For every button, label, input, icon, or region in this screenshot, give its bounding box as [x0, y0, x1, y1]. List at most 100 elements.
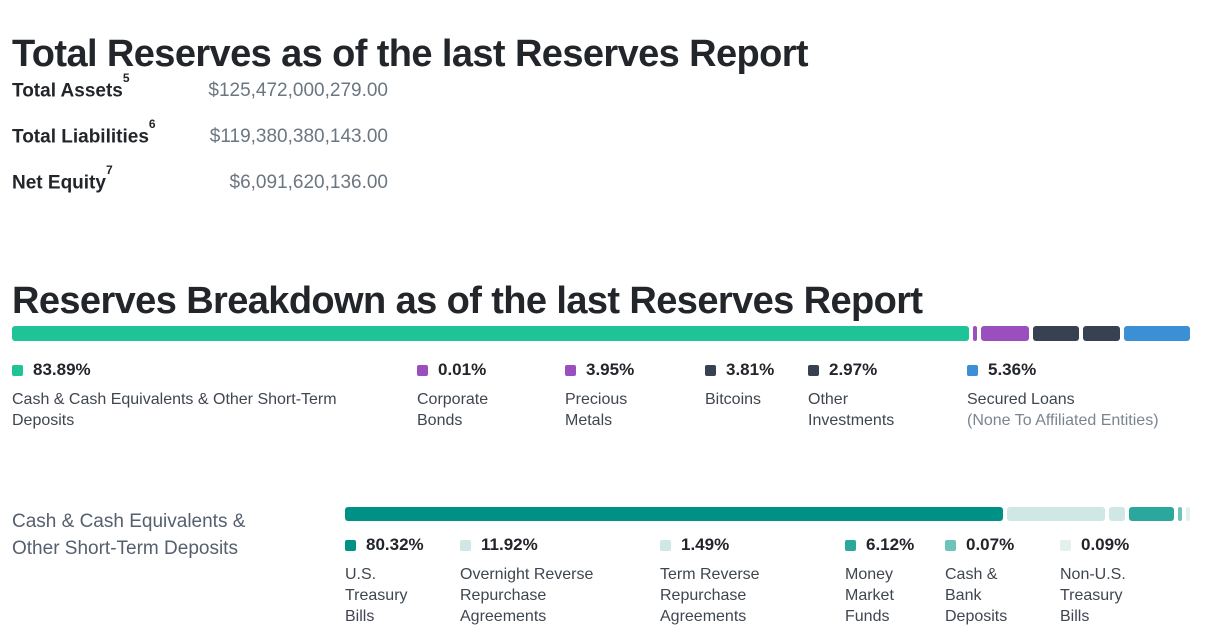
- legend-color-swatch-icon: [417, 365, 428, 376]
- cash-equivalents-label-line1: Cash & Cash Equivalents &: [12, 511, 245, 532]
- legend-percentage: 0.01%: [438, 360, 486, 380]
- legend-label-line: Deposits: [945, 608, 1007, 625]
- legend-label: Overnight ReverseRepurchaseAgreements: [460, 564, 655, 627]
- page-title-reserves-breakdown: Reserves Breakdown as of the last Reserv…: [12, 280, 922, 323]
- legend-head: 6.12%: [845, 537, 940, 553]
- bar-segment: [973, 326, 977, 341]
- legend-label-line: Treasury: [345, 587, 408, 604]
- stat-value: $6,091,620,136.00: [194, 172, 388, 194]
- legend-color-swatch-icon: [705, 365, 716, 376]
- legend-color-swatch-icon: [967, 365, 978, 376]
- legend-color-swatch-icon: [845, 540, 856, 551]
- bar-segment: [345, 507, 1003, 521]
- bar-segment: [1109, 507, 1125, 521]
- legend-item[interactable]: 5.36% Secured Loans(None To Affiliated En…: [967, 362, 1167, 431]
- legend-percentage: 83.89%: [33, 360, 91, 380]
- legend-label-line: Repurchase: [660, 587, 746, 604]
- legend-color-swatch-icon: [12, 365, 23, 376]
- bar-segment: [1033, 326, 1079, 341]
- legend-item[interactable]: 3.95% Precious Metals: [565, 362, 695, 431]
- legend-label-line: Investments: [808, 412, 894, 429]
- bar-segment: [1083, 326, 1120, 341]
- legend-head: 80.32%: [345, 537, 455, 553]
- legend-percentage: 80.32%: [366, 535, 424, 555]
- legend-percentage: 1.49%: [681, 535, 729, 555]
- legend-label-line: Agreements: [460, 608, 546, 625]
- legend-head: 5.36%: [967, 362, 1167, 378]
- stat-row: Net Equity7$6,091,620,136.00: [12, 170, 388, 216]
- stat-label: Total Assets5: [12, 78, 194, 102]
- stat-label: Net Equity7: [12, 170, 194, 194]
- legend-item[interactable]: 0.09% Non-U.S.TreasuryBills: [1060, 537, 1180, 627]
- legend-label-line: Cash & Cash Equivalents & Other Short-Te…: [12, 391, 337, 408]
- legend-item[interactable]: 3.81%Bitcoins: [705, 362, 805, 410]
- legend-color-swatch-icon: [565, 365, 576, 376]
- legend-label-line: Bills: [345, 608, 374, 625]
- legend-item[interactable]: 6.12%MoneyMarketFunds: [845, 537, 940, 627]
- legend-label-line: Market: [845, 587, 894, 604]
- legend-label-line: Non-U.S.: [1060, 566, 1126, 583]
- legend-item[interactable]: 2.97%OtherInvestments: [808, 362, 958, 431]
- bar-segment: [1007, 507, 1105, 521]
- legend-percentage: 5.36%: [988, 360, 1036, 380]
- legend-head: 11.92%: [460, 537, 655, 553]
- legend-percentage: 6.12%: [866, 535, 914, 555]
- legend-label-line: Secured Loans: [967, 391, 1075, 408]
- legend-label-line: Bank: [945, 587, 981, 604]
- legend-color-swatch-icon: [808, 365, 819, 376]
- legend-percentage: 3.95%: [586, 360, 634, 380]
- legend-label: Non-U.S.TreasuryBills: [1060, 564, 1180, 627]
- legend-label: Term ReverseRepurchaseAgreements: [660, 564, 840, 627]
- legend-label-line: Agreements: [660, 608, 746, 625]
- stat-footnote-marker: 5: [123, 71, 130, 85]
- legend-item[interactable]: 0.01% Corporate Bonds: [417, 362, 547, 431]
- legend-percentage: 11.92%: [481, 535, 538, 555]
- legend-head: 0.09%: [1060, 537, 1180, 553]
- legend-color-swatch-icon: [345, 540, 356, 551]
- legend-head: 1.49%: [660, 537, 840, 553]
- reserves-report-page: Total Reserves as of the last Reserves R…: [0, 0, 1209, 644]
- legend-head: 0.07%: [945, 537, 1040, 553]
- legend-label-line: Cash &: [945, 566, 997, 583]
- legend-label: Cash & Bank Deposits: [945, 564, 1040, 627]
- bar-segment: [1124, 326, 1190, 341]
- legend-label-line: Metals: [565, 412, 612, 429]
- legend-label-line: Bills: [1060, 608, 1089, 625]
- bar-segment: [1186, 507, 1190, 521]
- legend-item[interactable]: 1.49%Term ReverseRepurchaseAgreements: [660, 537, 840, 627]
- cash-equivalents-bar: [345, 507, 1190, 521]
- legend-item[interactable]: 11.92%Overnight ReverseRepurchaseAgreeme…: [460, 537, 655, 627]
- legend-label-line: Deposits: [12, 412, 74, 429]
- legend-item[interactable]: 83.89% Cash & Cash Equivalents & Other Sh…: [12, 362, 412, 431]
- bar-segment: [12, 326, 969, 341]
- stat-label: Total Liabilities6: [12, 124, 194, 148]
- stat-row: Total Assets5$125,472,000,279.00: [12, 78, 388, 124]
- stat-value: $119,380,380,143.00: [194, 126, 388, 148]
- stat-footnote-marker: 7: [106, 163, 113, 177]
- legend-item[interactable]: 0.07% Cash & Bank Deposits: [945, 537, 1040, 627]
- legend-label-line: Bonds: [417, 412, 462, 429]
- legend-label: Corporate Bonds: [417, 389, 547, 431]
- legend-label: Precious Metals: [565, 389, 695, 431]
- reserves-breakdown-legend: 83.89% Cash & Cash Equivalents & Other Sh…: [0, 362, 1209, 452]
- legend-head: 3.81%: [705, 362, 805, 378]
- legend-percentage: 0.07%: [966, 535, 1014, 555]
- bar-segment: [981, 326, 1029, 341]
- legend-head: 3.95%: [565, 362, 695, 378]
- legend-label-line: Repurchase: [460, 587, 546, 604]
- legend-percentage: 2.97%: [829, 360, 877, 380]
- legend-percentage: 3.81%: [726, 360, 774, 380]
- legend-label: Secured Loans(None To Affiliated Entitie…: [967, 389, 1167, 431]
- legend-item[interactable]: 80.32% U.S. Treasury Bills: [345, 537, 455, 627]
- reserves-stats-list: Total Assets5$125,472,000,279.00Total Li…: [12, 78, 388, 216]
- legend-label-line: Money: [845, 566, 893, 583]
- legend-color-swatch-icon: [945, 540, 956, 551]
- legend-label-line: Precious: [565, 391, 627, 408]
- legend-label-line: Corporate: [417, 391, 488, 408]
- legend-label-line: U.S.: [345, 566, 376, 583]
- legend-percentage: 0.09%: [1081, 535, 1129, 555]
- stat-footnote-marker: 6: [149, 117, 156, 131]
- legend-color-swatch-icon: [660, 540, 671, 551]
- legend-head: 0.01%: [417, 362, 547, 378]
- reserves-breakdown-bar: [12, 326, 1190, 341]
